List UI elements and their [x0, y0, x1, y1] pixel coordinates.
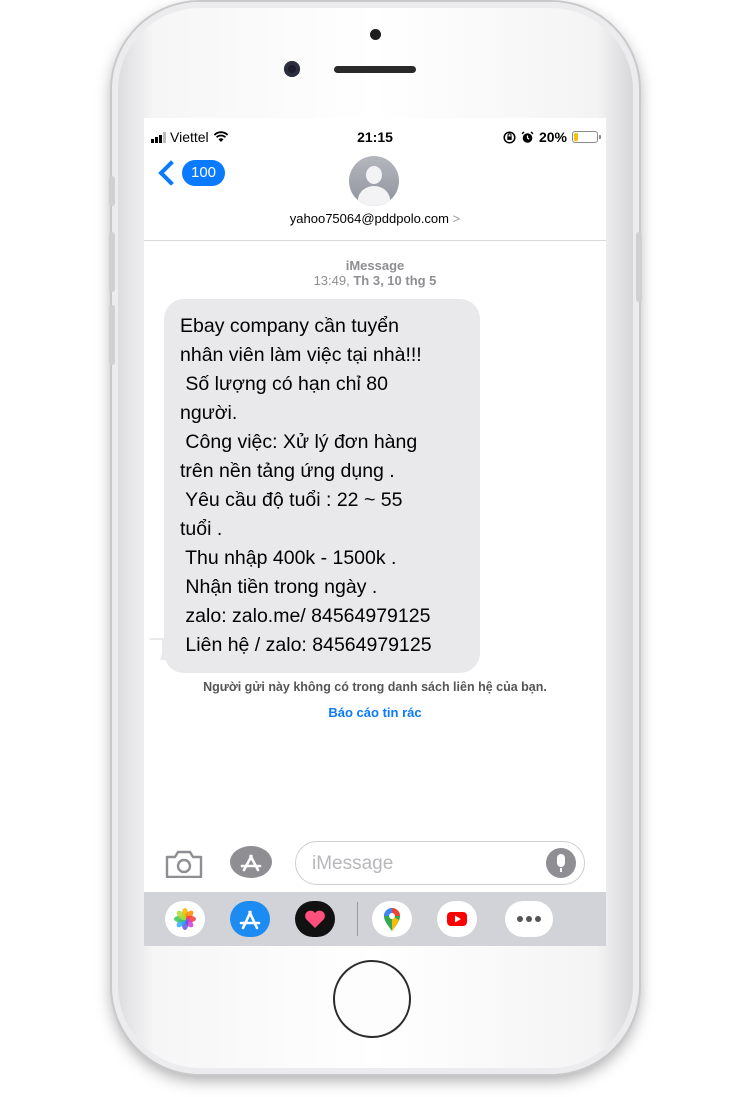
message-line: nhân viên làm việc tại nhà!!!	[180, 344, 422, 366]
status-right: 20%	[503, 129, 601, 145]
contact-address: yahoo75064@pddpolo.com	[289, 211, 449, 226]
back-button[interactable]: 100	[158, 160, 226, 186]
contact-avatar[interactable]	[349, 156, 399, 206]
message-line: người.	[180, 402, 238, 424]
message-line: Liên hệ / zalo: 84564979125	[180, 634, 432, 656]
microphone-icon[interactable]	[546, 848, 576, 878]
battery-icon	[572, 131, 601, 143]
message-line: Ebay company cần tuyển	[180, 315, 399, 337]
camera-icon[interactable]	[165, 850, 203, 878]
google-maps-icon[interactable]	[372, 901, 412, 937]
message-line: zalo: zalo.me/ 84564979125	[180, 605, 431, 627]
conversation-header: 100 yahoo75064@pddpolo.com >	[144, 148, 606, 241]
app-store-icon[interactable]	[230, 901, 270, 937]
volume-up-button	[109, 232, 115, 292]
timestamp-date: Th 3, 10 thg 5	[353, 273, 437, 288]
message-timestamp: 13:49, Th 3, 10 thg 5	[144, 273, 606, 288]
volume-down-button	[109, 305, 115, 365]
alarm-icon	[521, 130, 534, 143]
proximity-sensor	[370, 29, 381, 40]
message-line: tuổi .	[180, 518, 223, 540]
screen: Viettel 21:15 20% 100 yahoo75064@pddpolo…	[144, 118, 606, 946]
battery-percent: 20%	[538, 129, 567, 145]
app-drawer	[144, 892, 606, 946]
status-bar: Viettel 21:15 20%	[144, 128, 606, 148]
service-label: iMessage	[345, 258, 405, 273]
side-button	[109, 176, 115, 206]
home-button[interactable]	[333, 960, 411, 1038]
digital-touch-icon[interactable]	[295, 901, 335, 937]
message-input-placeholder: iMessage	[312, 853, 394, 874]
earpiece-speaker	[334, 66, 416, 73]
message-line: Yêu cầu độ tuổi : 22 ~ 55	[180, 489, 403, 511]
power-button	[636, 232, 642, 302]
message-meta: iMessage 13:49, Th 3, 10 thg 5	[144, 258, 606, 288]
youtube-icon[interactable]	[437, 901, 477, 937]
orientation-lock-icon	[503, 130, 516, 144]
report-junk-link[interactable]: Báo cáo tin rác	[144, 705, 606, 720]
app-store-button[interactable]	[230, 846, 272, 878]
unknown-sender-notice: Người gửi này không có trong danh sách l…	[203, 680, 547, 694]
drawer-divider	[357, 902, 358, 936]
message-line: Số lượng có hạn chỉ 80	[180, 373, 388, 395]
person-icon	[366, 166, 382, 184]
message-line: trên nền tảng ứng dụng .	[180, 460, 395, 482]
contact-name[interactable]: yahoo75064@pddpolo.com >	[144, 211, 606, 226]
message-line: Nhận tiền trong ngày .	[180, 576, 378, 598]
photos-icon[interactable]	[165, 901, 205, 937]
battery-fill	[574, 133, 578, 141]
message-input[interactable]: iMessage	[295, 841, 585, 885]
timestamp-time: 13:49,	[313, 273, 350, 288]
message-composer: iMessage	[144, 838, 606, 890]
message-line: Công việc: Xử lý đơn hàng	[180, 431, 418, 453]
message-line: Thu nhập 400k - 1500k .	[180, 547, 397, 569]
unread-count-badge: 100	[182, 160, 226, 186]
front-camera	[284, 61, 300, 77]
incoming-message-bubble[interactable]: Ebay company cần tuyển nhân viên làm việ…	[164, 299, 480, 673]
chevron-left-icon	[158, 160, 184, 186]
app-store-glyph-icon	[240, 854, 262, 872]
more-icon[interactable]	[505, 901, 553, 937]
chevron-right-icon: >	[452, 211, 461, 226]
